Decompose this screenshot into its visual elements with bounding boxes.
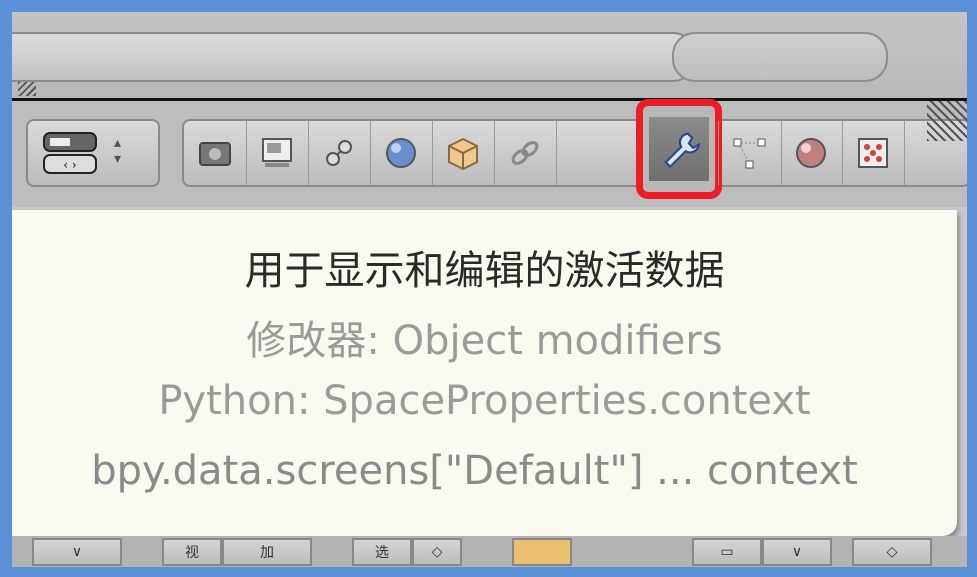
constraints-icon[interactable] xyxy=(494,121,557,185)
strip-button[interactable]: ▭ xyxy=(692,538,762,566)
scene-icon[interactable] xyxy=(308,121,371,185)
chevron-updown-icon: ▴ ▾ xyxy=(114,135,122,167)
resize-handle-icon[interactable] xyxy=(927,101,967,141)
window-frame: ‹ › ▴ ▾ 用于显示和编辑的激活数据 修改器: Object modifie… xyxy=(12,12,967,567)
render-icon[interactable] xyxy=(184,121,247,185)
tooltip-python: Python: SpaceProperties.context xyxy=(158,378,811,424)
keyframe-icon[interactable] xyxy=(512,538,572,566)
strip-button[interactable]: ∨ xyxy=(32,538,122,566)
tooltip: 用于显示和编辑的激活数据 修改器: Object modifiers Pytho… xyxy=(12,210,957,536)
header-area xyxy=(12,12,967,98)
context-tabs xyxy=(182,99,967,199)
strip-button[interactable]: ◇ xyxy=(852,538,932,566)
object-icon[interactable] xyxy=(432,121,495,185)
properties-editor-icon: ‹ › xyxy=(40,129,100,177)
material-icon[interactable] xyxy=(780,121,843,185)
world-icon[interactable] xyxy=(370,121,433,185)
tooltip-description: 修改器: Object modifiers xyxy=(246,318,723,364)
strip-button[interactable]: 视 xyxy=(162,538,222,566)
timeline-header: ∨ 视 加 选 ◇ ▭ ∨ ◇ xyxy=(12,536,967,567)
secondary-field[interactable] xyxy=(672,32,888,82)
editor-type-selector[interactable]: ‹ › ▴ ▾ xyxy=(26,119,160,187)
modifiers-icon[interactable] xyxy=(649,117,709,181)
tooltip-data-path: bpy.data.screens["Default"] ... context xyxy=(91,448,858,494)
resize-handle-icon[interactable] xyxy=(18,82,36,96)
modifiers-tab-highlight[interactable] xyxy=(636,99,722,199)
tooltip-title: 用于显示和编辑的激活数据 xyxy=(244,248,725,294)
strip-button[interactable]: ∨ xyxy=(762,538,832,566)
texture-icon[interactable] xyxy=(842,121,905,185)
text-field[interactable] xyxy=(12,32,696,82)
svg-text:‹ ›: ‹ › xyxy=(63,158,76,172)
render-layers-icon[interactable] xyxy=(246,121,309,185)
strip-button[interactable]: 加 xyxy=(222,538,312,566)
object-data-icon[interactable] xyxy=(718,121,782,185)
strip-button[interactable]: 选 xyxy=(352,538,412,566)
strip-button[interactable]: ◇ xyxy=(412,538,462,566)
properties-header: ‹ › ▴ ▾ xyxy=(12,99,967,207)
